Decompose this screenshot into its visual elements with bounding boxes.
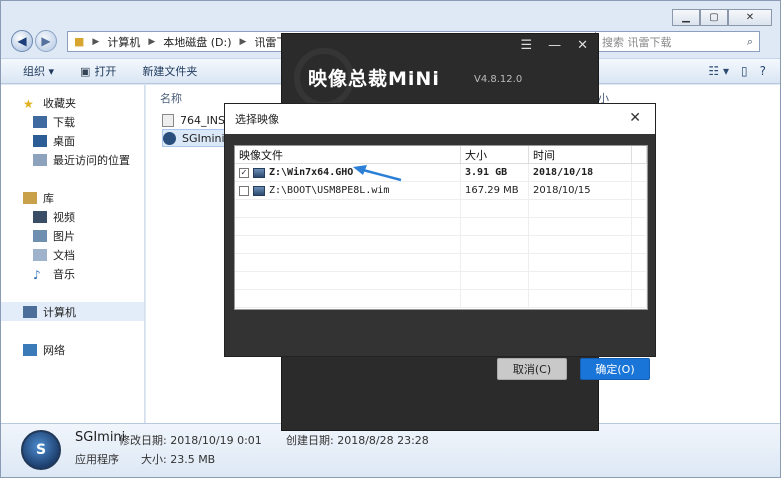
- dialog-title: 选择映像: [235, 113, 279, 126]
- sidebar-item-library[interactable]: 库: [1, 188, 144, 207]
- annotation-arrow-icon: [353, 165, 402, 182]
- list-item[interactable]: 764_INST: [162, 111, 232, 129]
- installer-icon: [162, 113, 174, 127]
- close-icon[interactable]: ✕: [577, 38, 588, 53]
- sidebar-item-favorites[interactable]: ★ 收藏夹: [1, 93, 144, 112]
- details-name: SGImini: [75, 430, 126, 445]
- open-button[interactable]: ▣ 打开: [80, 63, 116, 79]
- desktop-icon: [33, 134, 47, 147]
- video-icon: [33, 210, 47, 223]
- sidebar-item-downloads[interactable]: 下载: [1, 112, 144, 131]
- library-icon: [23, 191, 37, 204]
- music-icon: ♪: [33, 267, 41, 282]
- view-options-icon[interactable]: ☷ ▾: [708, 64, 729, 78]
- breadcrumb-computer[interactable]: 计算机: [107, 34, 140, 50]
- navigation-pane: ★ 收藏夹 下载 桌面 最近访问的位置 库 视频 图片 文档 ♪ 音乐 计算机 网络: [1, 85, 145, 425]
- maximize-button[interactable]: ▢: [700, 9, 728, 26]
- app-title: 映像总裁MiNi: [308, 68, 440, 90]
- table-row[interactable]: ✓ Z:\Win7x64.GHO 3.91 GB 2018/10/18: [235, 164, 647, 182]
- star-icon: ★: [23, 96, 34, 111]
- download-icon: [33, 115, 47, 128]
- column-header-size[interactable]: 大小: [461, 146, 529, 163]
- details-created: 创建日期: 2018/8/28 23:28: [286, 434, 429, 447]
- image-list: 映像文件 大小 时间 ✓ Z:\Win7x64.GHO 3.91 GB 2018…: [234, 145, 648, 310]
- row-checkbox[interactable]: [239, 185, 249, 196]
- sidebar-item-network[interactable]: 网络: [1, 340, 144, 359]
- menu-icon[interactable]: ☰: [520, 38, 532, 53]
- image-list-header: 映像文件 大小 时间: [235, 146, 647, 164]
- forward-button[interactable]: ▶: [35, 30, 57, 52]
- preview-pane-icon[interactable]: ▯: [741, 64, 748, 78]
- forward-arrow-icon: ▶: [41, 34, 51, 48]
- search-input[interactable]: 搜索 讯雷下载 ⌕: [595, 31, 760, 52]
- close-button[interactable]: ✕: [728, 9, 772, 26]
- details-type: 应用程序: [75, 453, 119, 466]
- sidebar-item-videos[interactable]: 视频: [1, 207, 144, 226]
- network-icon: [23, 343, 37, 356]
- window-buttons: ▁ ▢ ✕: [672, 9, 772, 26]
- organize-button[interactable]: 组织 ▾: [23, 63, 54, 79]
- column-header-file[interactable]: 映像文件: [235, 146, 461, 163]
- minimize-button[interactable]: ▁: [672, 9, 700, 26]
- breadcrumb-drive[interactable]: 本地磁盘 (D:): [163, 34, 231, 50]
- minimize-icon[interactable]: —: [548, 38, 561, 53]
- new-folder-button[interactable]: 新建文件夹: [142, 63, 197, 79]
- row-checkbox[interactable]: ✓: [239, 167, 249, 178]
- column-header-date[interactable]: 时间: [529, 146, 632, 163]
- documents-icon: [33, 248, 47, 261]
- open-icon: ▣: [80, 64, 91, 78]
- table-row[interactable]: Z:\BOOT\USM8PE8L.wim 167.29 MB 2018/10/1…: [235, 182, 647, 200]
- sidebar-item-pictures[interactable]: 图片: [1, 226, 144, 245]
- dialog-close-icon[interactable]: ✕: [629, 110, 641, 126]
- sidebar-item-recent[interactable]: 最近访问的位置: [1, 150, 144, 169]
- back-button[interactable]: ◀: [11, 30, 33, 52]
- details-pane: S SGImini 应用程序 修改日期: 2018/10/19 0:01 创建日…: [1, 423, 780, 477]
- sidebar-item-computer[interactable]: 计算机: [1, 302, 144, 321]
- recent-places-icon: [33, 153, 47, 166]
- computer-icon: [23, 305, 37, 318]
- folder-icon: ■: [74, 35, 85, 48]
- search-icon: ⌕: [746, 34, 753, 48]
- sidebar-item-desktop[interactable]: 桌面: [1, 131, 144, 150]
- details-size: 大小: 23.5 MB: [141, 453, 216, 466]
- disk-image-icon: [253, 185, 265, 196]
- sgimini-app-icon: [163, 131, 176, 145]
- disk-image-icon: [253, 167, 265, 178]
- cancel-button[interactable]: 取消(C): [497, 358, 567, 380]
- details-modified: 修改日期: 2018/10/19 0:01: [119, 434, 262, 447]
- help-icon[interactable]: ?: [760, 64, 766, 78]
- ok-button[interactable]: 确定(O): [580, 358, 650, 380]
- sidebar-item-music[interactable]: ♪ 音乐: [1, 264, 144, 283]
- select-image-dialog: 选择映像 ✕ 映像文件 大小 时间 ✓ Z:\Win7x64.GHO 3.91 …: [224, 103, 656, 380]
- column-header-name[interactable]: 名称: [160, 90, 182, 106]
- sgimini-logo-icon: S: [21, 430, 61, 470]
- app-version: V4.8.12.0: [474, 74, 523, 85]
- back-arrow-icon: ◀: [17, 34, 27, 48]
- sidebar-item-documents[interactable]: 文档: [1, 245, 144, 264]
- pictures-icon: [33, 229, 47, 242]
